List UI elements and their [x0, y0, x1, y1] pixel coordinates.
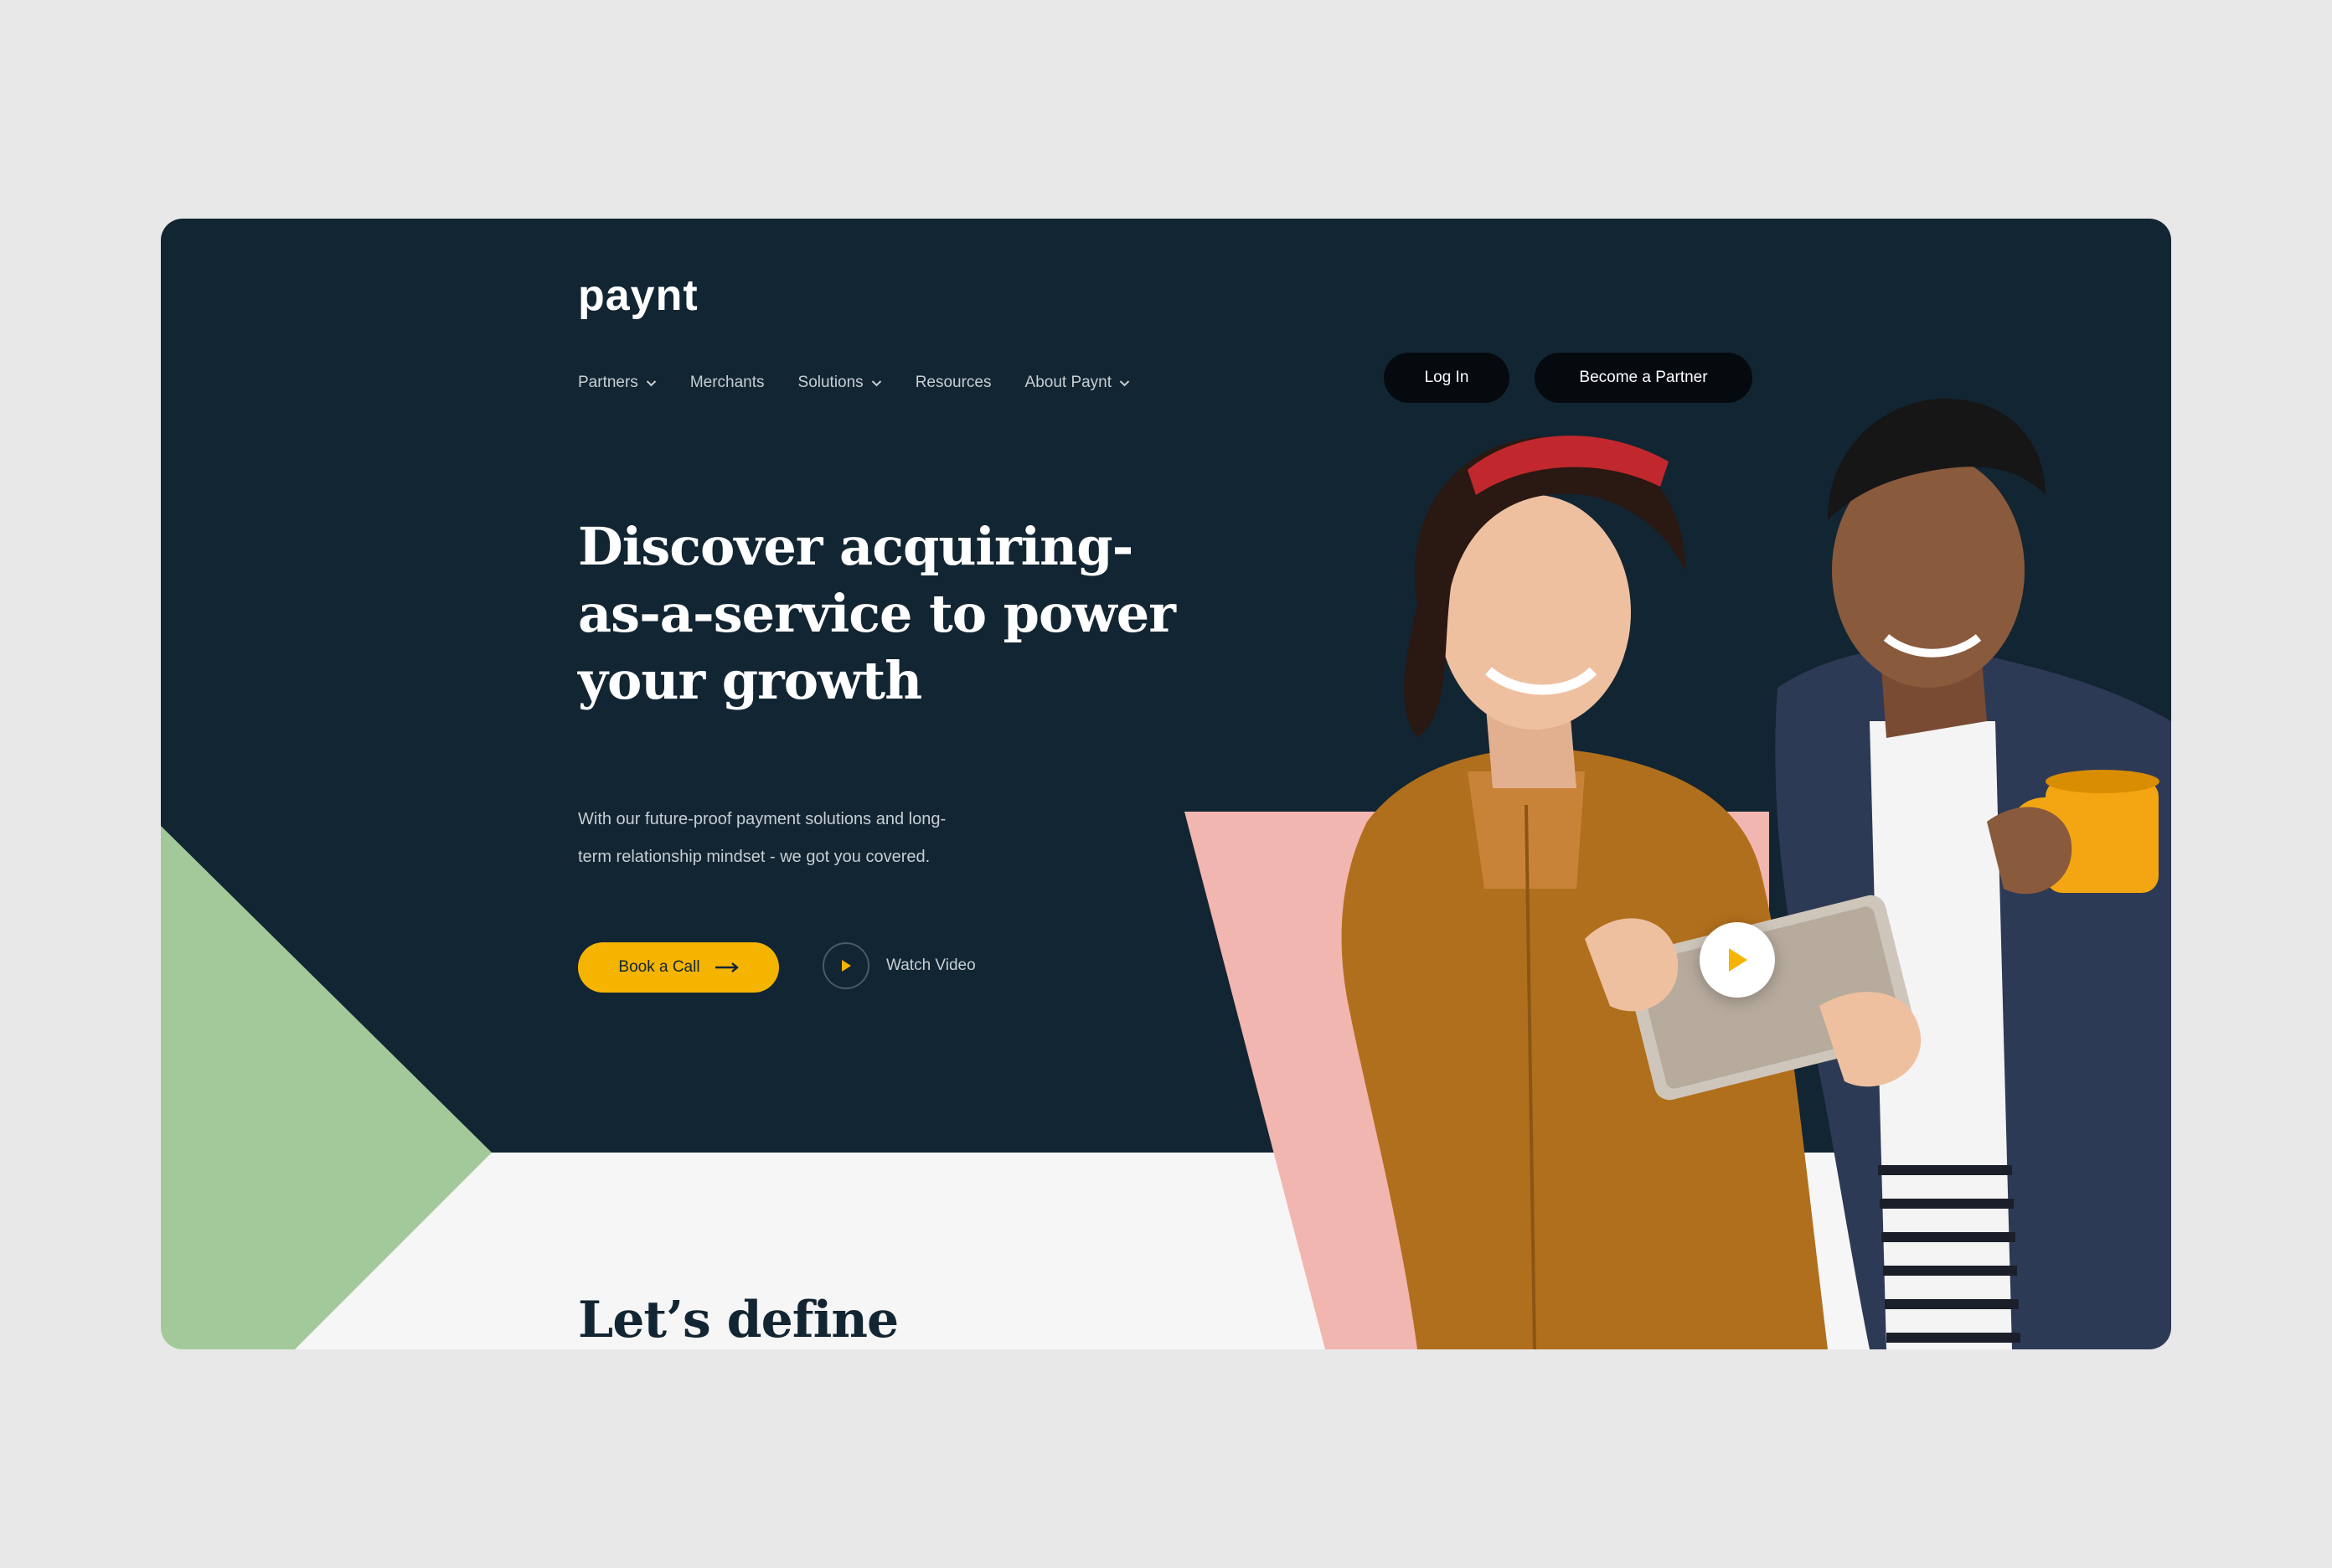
arrow-right-icon: [715, 962, 739, 972]
nav-item-label: Solutions: [797, 374, 864, 391]
chevron-down-icon: [646, 379, 657, 386]
nav-item-solutions[interactable]: Solutions: [798, 374, 882, 392]
browser-frame: paynt Partners Merchants Solutions Resou…: [0, 0, 2332, 1568]
play-circle: [823, 942, 869, 989]
chevron-down-icon: [871, 379, 881, 386]
login-button[interactable]: Log In: [1384, 353, 1509, 403]
chevron-down-icon: [1119, 379, 1130, 386]
nav-item-about[interactable]: About Paynt: [1025, 374, 1131, 392]
book-call-label: Book a Call: [618, 958, 700, 976]
book-call-button[interactable]: Book a Call: [578, 942, 779, 993]
become-partner-button[interactable]: Become a Partner: [1535, 353, 1752, 403]
play-icon: [842, 960, 851, 972]
nav-item-label: About Paynt: [1024, 374, 1112, 391]
main-navigation: Partners Merchants Solutions Resources A…: [578, 366, 1163, 400]
nav-item-resources[interactable]: Resources: [916, 374, 992, 392]
watch-video-label: Watch Video: [886, 957, 976, 974]
nav-item-partners[interactable]: Partners: [578, 374, 657, 392]
hero-headline: Discover acquiring-as-a-service to power…: [578, 516, 1176, 711]
nav-item-label: Partners: [578, 374, 638, 391]
watch-video-button[interactable]: Watch Video: [823, 942, 976, 989]
play-icon: [1729, 948, 1747, 972]
paynt-logo[interactable]: paynt: [578, 274, 699, 317]
website-viewport: paynt Partners Merchants Solutions Resou…: [161, 219, 2171, 1349]
hero-subtext: With our future-proof payment solutions …: [578, 810, 947, 866]
video-play-button[interactable]: [1700, 922, 1775, 998]
nav-item-label: Merchants: [689, 374, 765, 391]
nav-item-merchants[interactable]: Merchants: [690, 374, 765, 392]
section-title: Let’s define: [578, 1291, 899, 1349]
nav-item-label: Resources: [915, 374, 992, 391]
hero-photo: [1341, 399, 2171, 1349]
